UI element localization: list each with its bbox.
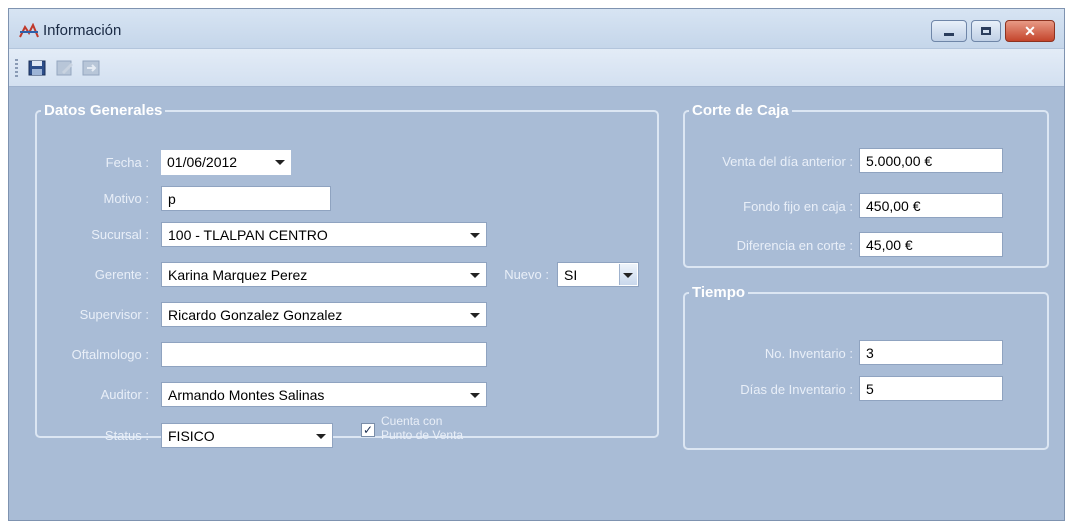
nuevo-value: SI: [564, 267, 578, 283]
app-icon: [19, 23, 39, 38]
supervisor-label: Supervisor :: [79, 307, 149, 322]
chevron-down-icon: [470, 273, 480, 278]
minimize-button[interactable]: [931, 20, 967, 42]
motivo-field[interactable]: p: [161, 186, 331, 211]
venta-anterior-field[interactable]: 5.000,00 €: [859, 148, 1003, 173]
close-button[interactable]: ✕: [1005, 20, 1055, 42]
informacion-window: Información ✕ Datos Generales Fecha: 01…: [8, 8, 1065, 521]
chevron-down-icon: [470, 233, 480, 238]
chevron-down-icon: [623, 273, 633, 278]
punto-de-venta-checkbox[interactable]: ✓: [361, 423, 375, 437]
nuevo-label: Nuevo :: [504, 267, 549, 282]
chevron-down-icon: [470, 393, 480, 398]
no-inventario-label: No. Inventario :: [764, 346, 853, 361]
auditor-select[interactable]: Armando Montes Salinas: [161, 382, 487, 407]
dias-inventario-field[interactable]: 5: [859, 376, 1003, 401]
exit-icon[interactable]: [81, 58, 101, 78]
no-inventario-field[interactable]: 3: [859, 340, 1003, 365]
chevron-down-icon: [275, 160, 285, 165]
diferencia-field[interactable]: 45,00 €: [859, 232, 1003, 257]
fondo-fijo-label: Fondo fijo en caja :: [743, 199, 853, 214]
maximize-icon: [981, 27, 991, 35]
sucursal-label: Sucursal :: [91, 227, 149, 242]
chevron-down-icon: [470, 313, 480, 318]
fondo-fijo-field[interactable]: 450,00 €: [859, 193, 1003, 218]
punto-de-venta-label-line2: Punto de Venta: [381, 428, 464, 442]
nuevo-select[interactable]: SI: [557, 262, 639, 287]
diferencia-label: Diferencia en corte :: [736, 238, 853, 253]
form-area: Datos Generales Fecha : 01/06/2012 Motiv…: [9, 88, 1064, 520]
close-icon: ✕: [1024, 23, 1036, 39]
nuevo-dropdown-button[interactable]: [619, 264, 637, 285]
gerente-label: Gerente :: [94, 267, 149, 282]
tiempo-group: Tiempo: [683, 284, 1049, 450]
auditor-label: Auditor :: [100, 387, 149, 402]
sucursal-value: 100 - TLALPAN CENTRO: [168, 227, 328, 243]
tiempo-legend: Tiempo: [692, 284, 746, 301]
venta-anterior-label: Venta del día anterior :: [722, 154, 853, 169]
edit-icon[interactable]: [55, 58, 75, 78]
toolbar: [9, 49, 1064, 87]
status-value: FISICO: [168, 428, 215, 444]
supervisor-select[interactable]: Ricardo Gonzalez Gonzalez: [161, 302, 487, 327]
chevron-down-icon: [316, 434, 326, 439]
minimize-icon: [944, 32, 954, 36]
fecha-value: 01/06/2012: [167, 154, 238, 170]
punto-de-venta-label-line1: Cuenta con: [381, 414, 443, 428]
corte-de-caja-legend: Corte de Caja: [692, 102, 789, 119]
status-select[interactable]: FISICO: [161, 423, 333, 448]
gerente-value: Karina Marquez Perez: [168, 267, 308, 283]
supervisor-value: Ricardo Gonzalez Gonzalez: [168, 307, 343, 323]
auditor-value: Armando Montes Salinas: [168, 387, 325, 403]
oftalmologo-field[interactable]: [161, 342, 487, 367]
datos-generales-legend: Datos Generales: [44, 102, 163, 119]
toolbar-grip[interactable]: [15, 59, 18, 77]
window-title: Información: [43, 22, 122, 39]
sucursal-select[interactable]: 100 - TLALPAN CENTRO: [161, 222, 487, 247]
fecha-picker[interactable]: 01/06/2012: [161, 150, 291, 175]
save-icon[interactable]: [27, 58, 47, 78]
motivo-label: Motivo :: [103, 191, 149, 206]
oftalmologo-label: Oftalmologo :: [71, 347, 149, 362]
title-bar[interactable]: Información ✕: [9, 9, 1064, 49]
maximize-button[interactable]: [971, 20, 1001, 42]
status-label: Status :: [104, 428, 149, 443]
fecha-label: Fecha :: [105, 155, 149, 170]
gerente-select[interactable]: Karina Marquez Perez: [161, 262, 487, 287]
dias-inventario-label: Días de Inventario :: [740, 382, 853, 397]
